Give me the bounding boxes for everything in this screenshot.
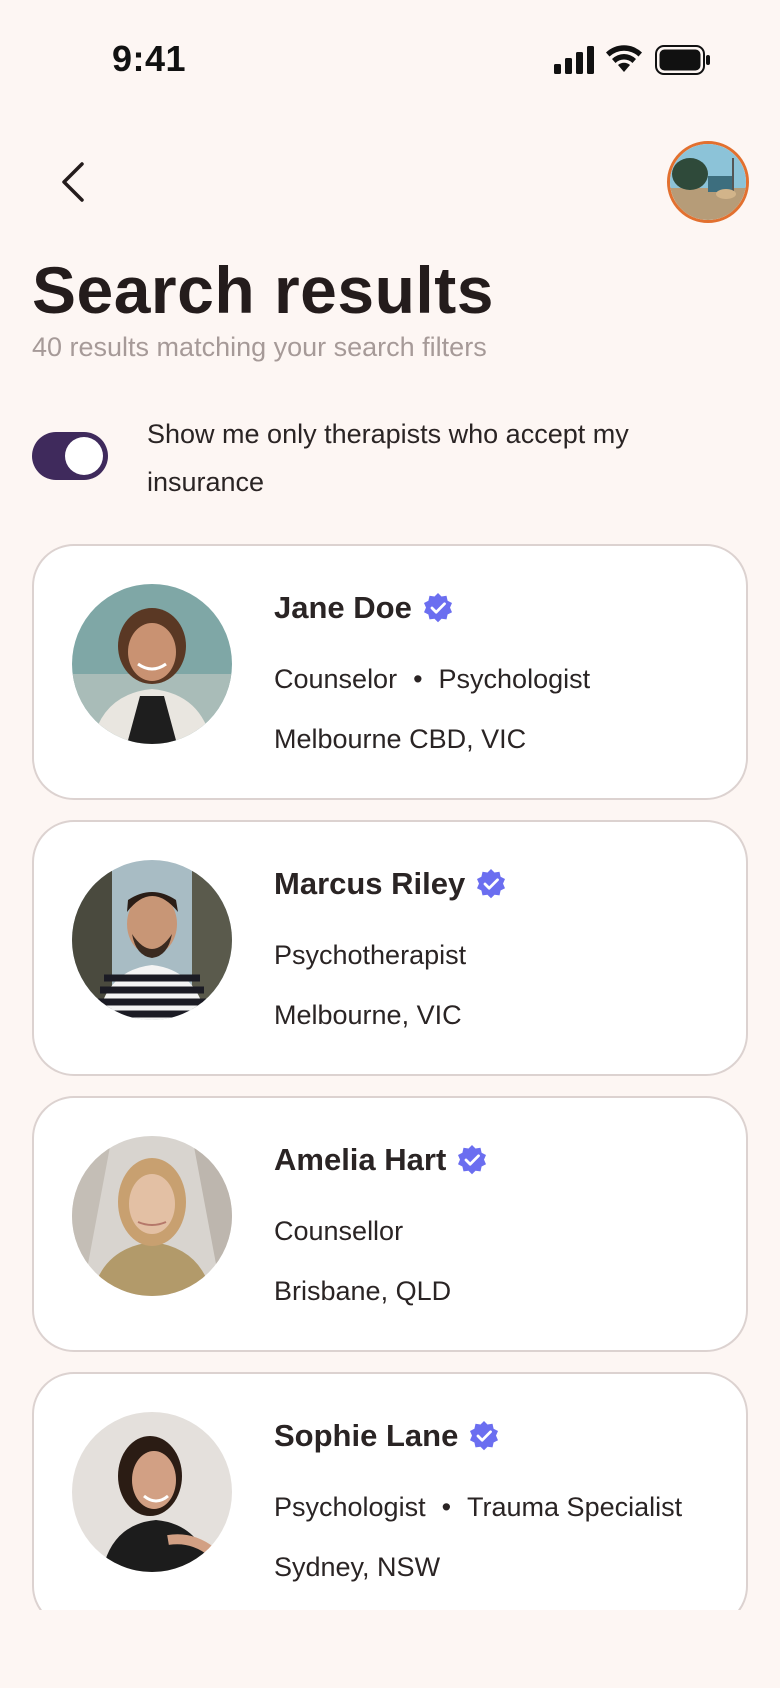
therapist-card[interactable]: Amelia Hart Counsellor Brisbane, QLD [32,1096,748,1352]
role-primary: Psychologist [274,1492,426,1522]
therapist-name: Jane Doe [274,590,412,625]
page-title: Search results [32,253,494,327]
therapist-location: Sydney, NSW [274,1552,441,1582]
therapist-roles: Psychologist • Trauma Specialist [274,1492,682,1523]
therapist-photo [72,584,232,744]
wifi-icon [606,45,642,72]
verified-badge-icon [458,1145,487,1175]
insurance-toggle-label: Show me only therapists who accept my in… [147,419,629,497]
role-primary: Counsellor [274,1216,404,1246]
role-secondary: Trauma Specialist [467,1492,683,1522]
cellular-signal-icon [554,46,594,74]
therapist-name: Marcus Riley [274,866,466,901]
verified-badge-icon [470,1421,499,1451]
therapist-location: Brisbane, QLD [274,1276,452,1306]
status-time: 9:41 [112,38,187,79]
role-primary: Counselor [274,664,398,694]
verified-badge-icon [423,593,452,623]
card-name-row: Jane Doe [274,590,454,626]
results-list[interactable]: Jane Doe Counselor • Psychologist Melbourn… [32,544,748,1610]
role-secondary: Psychologist [438,664,591,694]
therapist-card[interactable]: Marcus Riley Psychotherapist Melbourne, … [32,820,748,1076]
insurance-toggle[interactable] [32,432,108,480]
role-separator: • [413,664,423,694]
therapist-name: Amelia Hart [274,1142,447,1177]
profile-avatar[interactable] [667,141,749,223]
therapist-location: Melbourne, VIC [274,1000,462,1030]
therapist-roles: Counsellor [274,1216,403,1247]
results-count-subtitle: 40 results matching your search filters [32,332,487,362]
profile-photo [670,144,746,220]
card-name-row: Sophie Lane [274,1418,500,1454]
status-bar: 9:41 [0,0,780,120]
therapist-photo [72,1412,232,1572]
chevron-left-icon [62,162,84,202]
back-button[interactable] [48,152,98,212]
therapist-card[interactable]: Jane Doe Counselor • Psychologist Melbourn… [32,544,748,800]
search-results-screen: 9:41 Search results 40 results matching … [0,0,780,1688]
therapist-roles: Counselor • Psychologist [274,664,590,695]
role-primary: Psychotherapist [274,940,467,970]
therapist-roles: Psychotherapist [274,940,466,971]
toggle-knob [65,437,103,475]
therapist-card[interactable]: Sophie Lane Psychologist • Trauma Speciali… [32,1372,748,1610]
verified-badge-icon [477,869,506,899]
card-name-row: Amelia Hart [274,1142,488,1178]
therapist-location: Melbourne CBD, VIC [274,724,527,754]
battery-icon [655,45,710,75]
therapist-name: Sophie Lane [274,1418,459,1453]
therapist-photo [72,860,232,1020]
role-separator: • [441,1492,452,1522]
card-name-row: Marcus Riley [274,866,507,902]
therapist-photo [72,1136,232,1296]
